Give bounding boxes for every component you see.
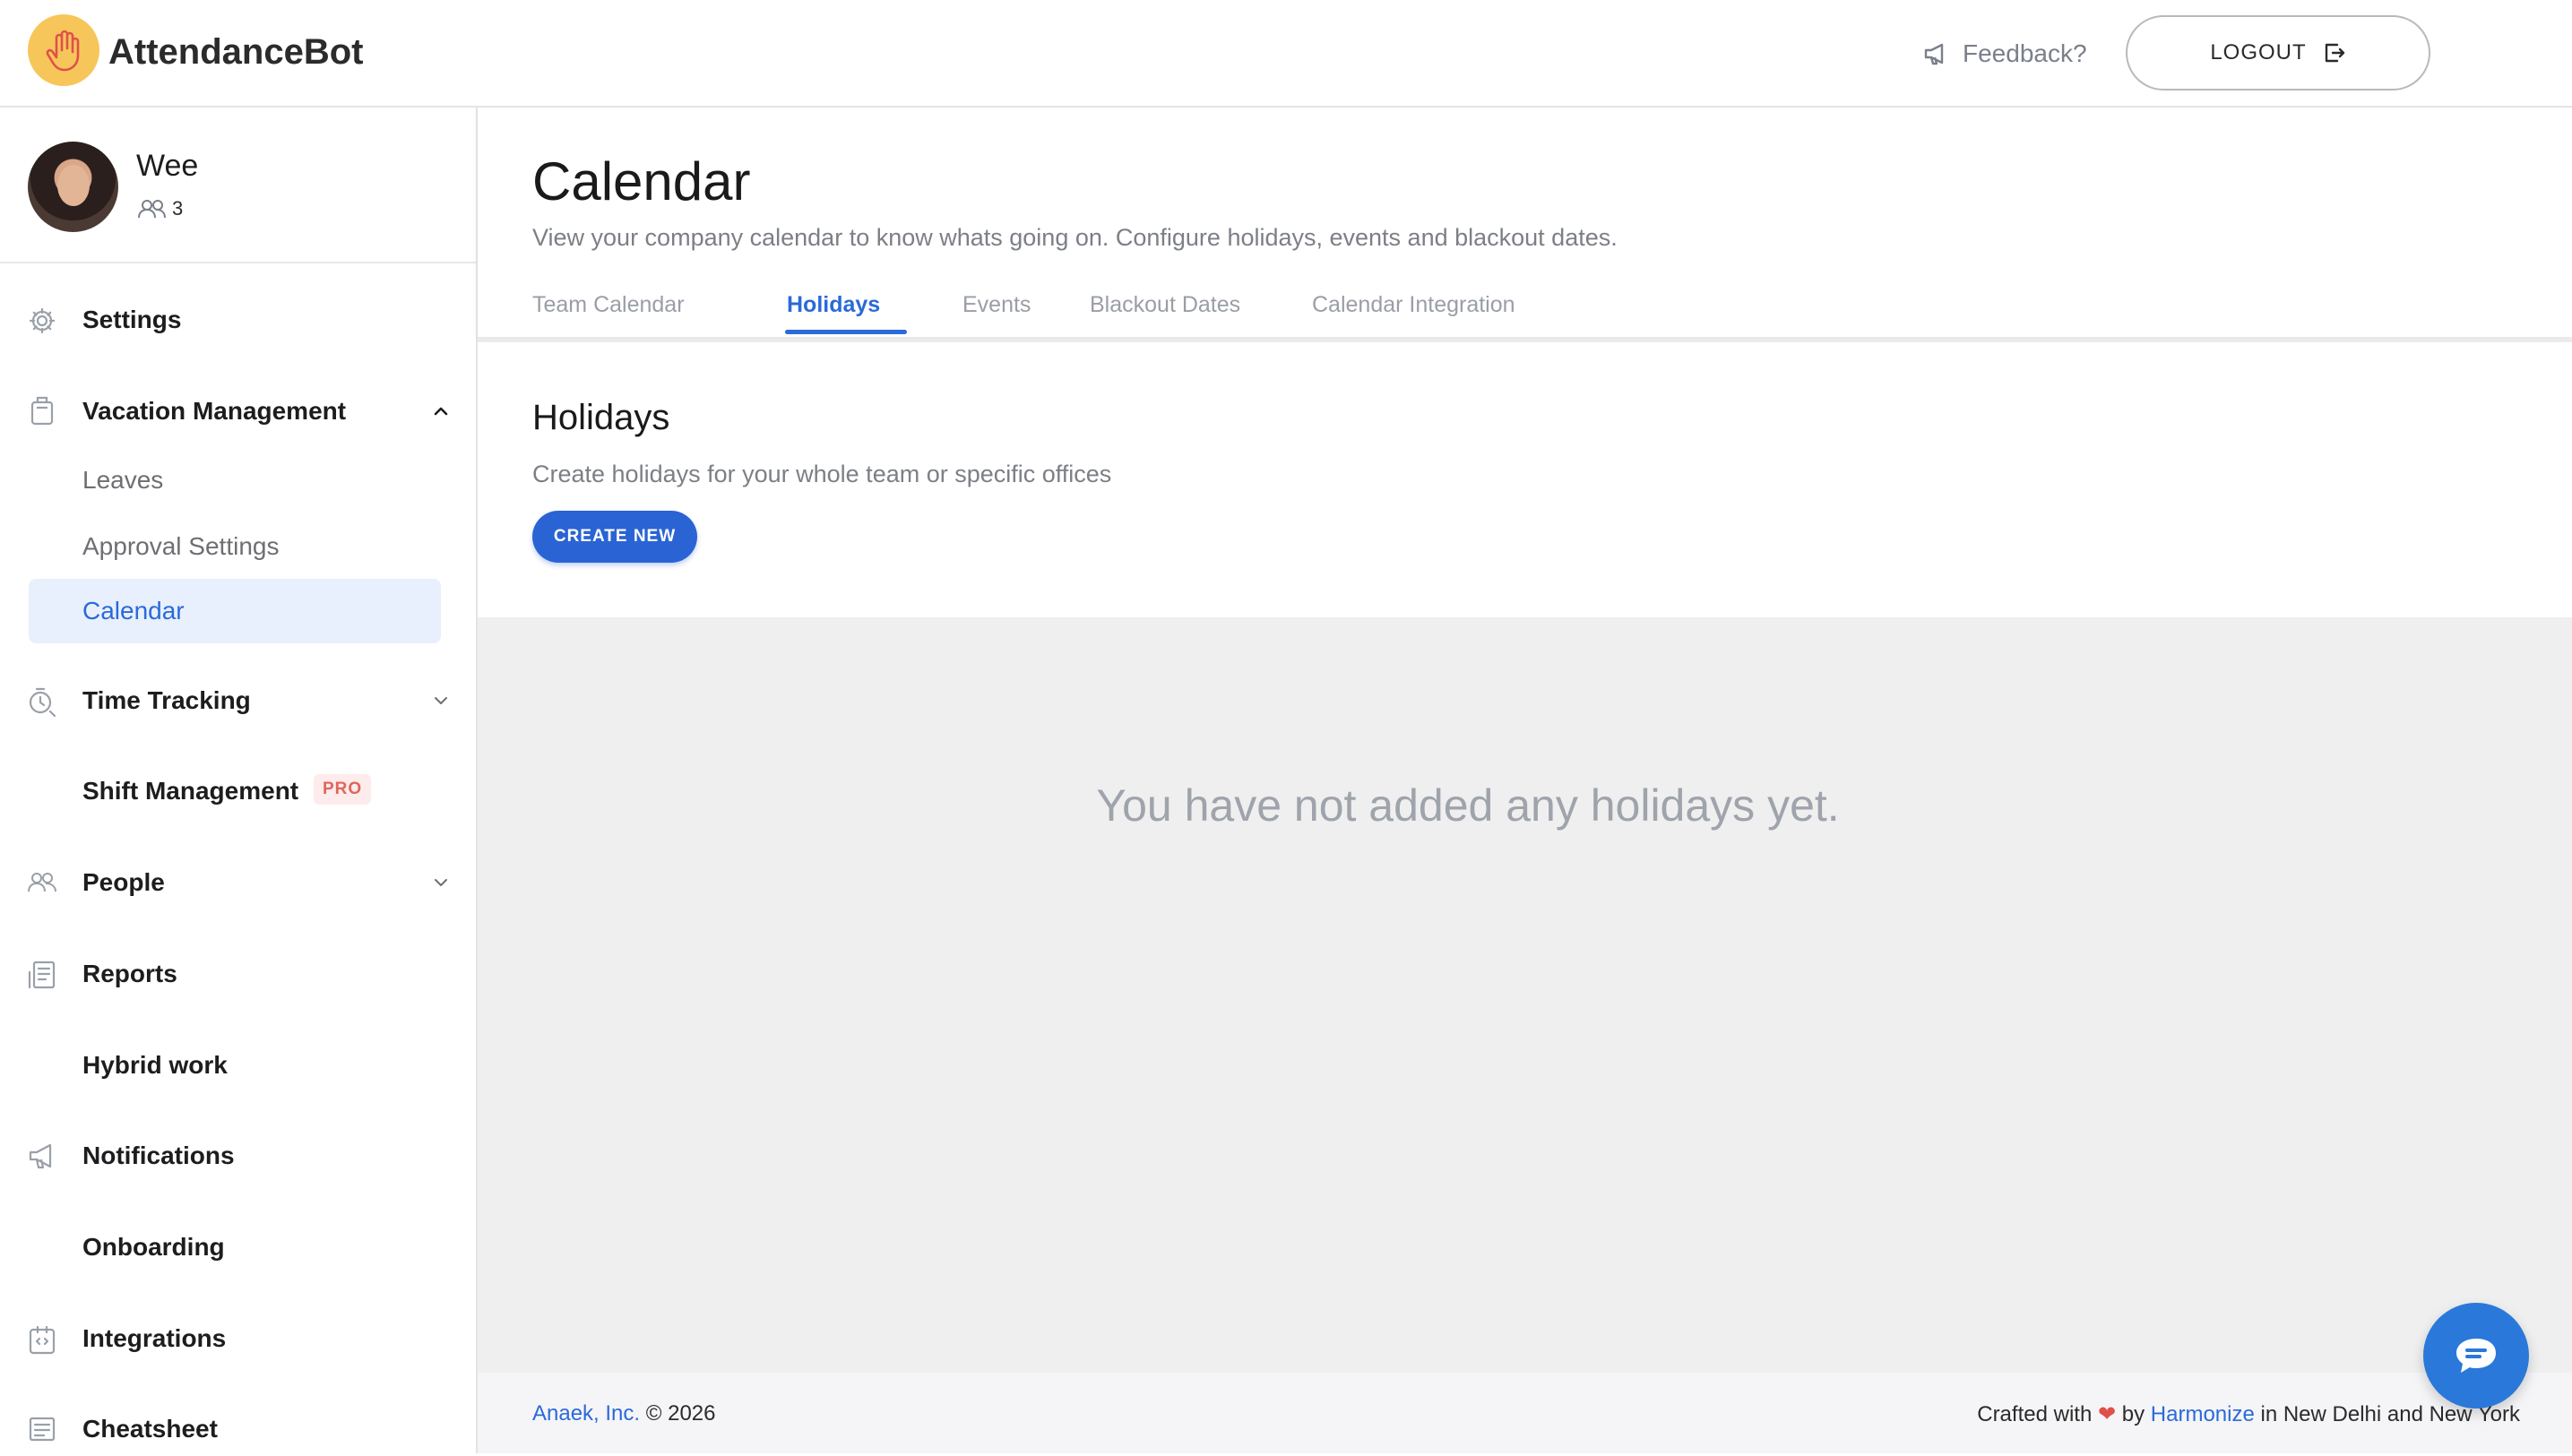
- sidebar-subitem-label: Leaves: [82, 466, 164, 494]
- sidebar-item-reports[interactable]: Reports: [0, 947, 476, 1001]
- sidebar-item-hybrid-work[interactable]: Hybrid work: [0, 1038, 476, 1092]
- sidebar-subitem-calendar[interactable]: Calendar: [29, 579, 441, 643]
- sidebar-subitem-label: Calendar: [82, 597, 185, 625]
- sidebar-subitem-approval-settings[interactable]: Approval Settings: [29, 514, 441, 579]
- feedback-link[interactable]: Feedback?: [1923, 39, 2087, 68]
- sidebar-item-settings[interactable]: Settings: [0, 293, 476, 347]
- section-title: Holidays: [532, 398, 670, 437]
- partner-link[interactable]: Harmonize: [2151, 1402, 2255, 1426]
- stopwatch-icon: [29, 687, 56, 717]
- sidebar-item-label: Notifications: [82, 1142, 235, 1169]
- sidebar-item-vacation-management[interactable]: Vacation Management: [0, 384, 476, 438]
- integration-icon: [29, 1325, 56, 1355]
- chat-icon: [2456, 1339, 2496, 1373]
- chevron-up-icon[interactable]: [432, 402, 450, 420]
- feedback-label: Feedback?: [1963, 39, 2087, 67]
- sidebar-item-people[interactable]: People: [0, 856, 476, 909]
- sidebar-item-label: Shift Management: [82, 777, 299, 805]
- logout-label: LOGOUT: [2210, 40, 2307, 65]
- cheatsheet-icon: [29, 1417, 56, 1442]
- sidebar-item-label: Reports: [82, 960, 177, 987]
- sidebar-item-cheatsheet[interactable]: Cheatsheet: [0, 1402, 476, 1456]
- company-link[interactable]: Anaek, Inc.: [532, 1401, 640, 1426]
- empty-state-message: You have not added any holidays yet.: [1096, 780, 1840, 831]
- page-title: Calendar: [532, 151, 751, 211]
- report-icon: [28, 961, 56, 989]
- hand-icon: [46, 30, 80, 72]
- crafted-by: by: [2121, 1402, 2145, 1426]
- footer: Anaek, Inc. © 2026 Crafted with ❤ by Har…: [478, 1373, 2572, 1453]
- user-profile[interactable]: Wee 3: [0, 108, 476, 263]
- copyright-text: © 2026: [645, 1401, 716, 1426]
- sidebar-item-shift-management[interactable]: Shift Management PRO: [0, 764, 476, 818]
- people-icon: [28, 873, 56, 892]
- sidebar-item-integrations[interactable]: Integrations: [0, 1312, 476, 1366]
- active-tab-indicator: [785, 330, 907, 334]
- create-new-button[interactable]: CREATE NEW: [532, 511, 697, 563]
- avatar[interactable]: [28, 142, 118, 232]
- team-count: 3: [136, 197, 183, 220]
- sidebar-item-label: Hybrid work: [82, 1051, 228, 1079]
- chevron-down-icon[interactable]: [432, 692, 450, 710]
- heart-icon: ❤: [2097, 1402, 2117, 1426]
- tab-blackout-dates[interactable]: Blackout Dates: [1090, 292, 1240, 318]
- sidebar-item-notifications[interactable]: Notifications: [0, 1129, 476, 1183]
- sidebar-item-label: People: [82, 868, 165, 896]
- page-header: Calendar View your company calendar to k…: [478, 108, 2572, 337]
- crafted-prefix: Crafted with: [1977, 1402, 2093, 1426]
- footer-copyright: Anaek, Inc. © 2026: [532, 1401, 716, 1426]
- user-name: Wee: [136, 149, 199, 183]
- holidays-section: Holidays Create holidays for your whole …: [478, 342, 2572, 617]
- sidebar-subitem-leaves[interactable]: Leaves: [29, 448, 441, 513]
- chevron-down-icon[interactable]: [432, 874, 450, 892]
- sidebar-item-label: Onboarding: [82, 1233, 225, 1261]
- sidebar-item-onboarding[interactable]: Onboarding: [0, 1220, 476, 1274]
- brand-name[interactable]: AttendanceBot: [108, 32, 363, 73]
- sidebar: Wee 3 Settings Vacation Management Leave…: [0, 108, 478, 1453]
- team-count-value: 3: [172, 197, 184, 220]
- megaphone-icon: [1924, 43, 1944, 65]
- page-subtitle: View your company calendar to know whats…: [532, 224, 1618, 251]
- section-subtitle: Create holidays for your whole team or s…: [532, 461, 1112, 487]
- sidebar-item-label: Time Tracking: [82, 686, 251, 714]
- tab-holidays[interactable]: Holidays: [787, 292, 880, 318]
- chat-button[interactable]: [2423, 1303, 2529, 1409]
- footer-credits: Crafted with ❤ by Harmonize in New Delhi…: [1977, 1401, 2520, 1427]
- tab-events[interactable]: Events: [962, 292, 1031, 318]
- people-icon: [138, 200, 166, 219]
- logout-button[interactable]: LOGOUT: [2126, 15, 2430, 90]
- luggage-icon: [30, 396, 54, 426]
- gear-icon: [29, 307, 56, 334]
- logout-icon: [2325, 43, 2344, 63]
- sidebar-item-label: Settings: [82, 306, 182, 333]
- main-content: Calendar View your company calendar to k…: [478, 108, 2572, 1453]
- sidebar-item-label: Cheatsheet: [82, 1415, 218, 1443]
- pro-badge: PRO: [314, 774, 372, 805]
- sidebar-item-label: Integrations: [82, 1324, 227, 1352]
- megaphone-icon: [29, 1143, 52, 1169]
- sidebar-subitem-label: Approval Settings: [82, 532, 280, 560]
- tab-team-calendar[interactable]: Team Calendar: [532, 292, 685, 318]
- sidebar-item-time-tracking[interactable]: Time Tracking: [0, 674, 476, 728]
- sidebar-item-label: Vacation Management: [82, 397, 347, 425]
- logo[interactable]: [28, 14, 99, 86]
- tab-calendar-integration[interactable]: Calendar Integration: [1312, 292, 1515, 318]
- top-bar: AttendanceBot Feedback? LOGOUT: [0, 0, 2572, 108]
